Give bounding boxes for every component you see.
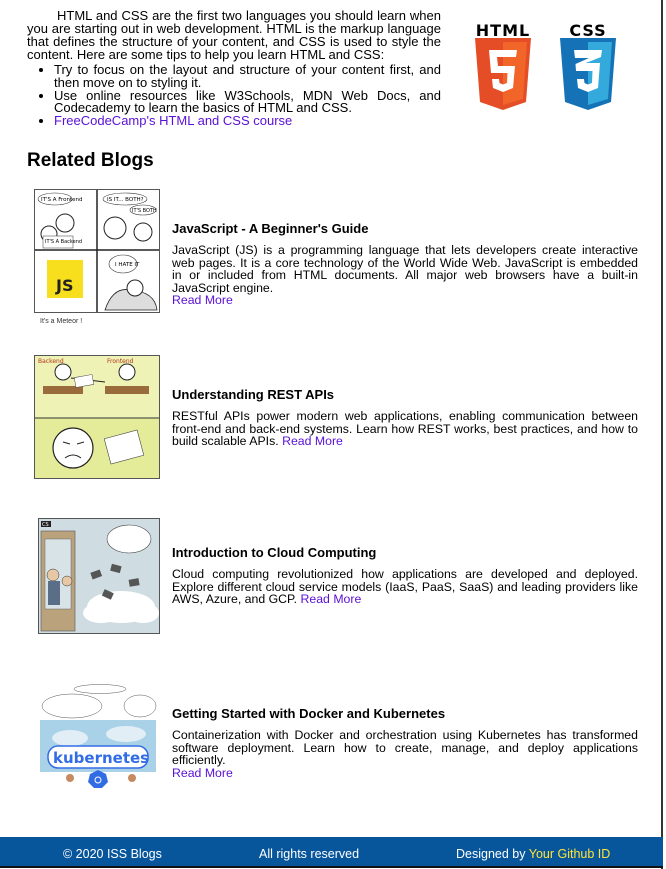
- blog-excerpt: JavaScript (JS) is a programming languag…: [172, 244, 638, 307]
- comic-bubble-both-question: IS IT... BOTH?: [107, 197, 144, 203]
- read-more-link[interactable]: Read More: [282, 434, 343, 448]
- intro-section: HTML and CSS are the first two languages…: [27, 9, 441, 128]
- blog-title: JavaScript - A Beginner's Guide: [172, 221, 369, 236]
- blog-excerpt: Containerization with Docker and orchest…: [172, 729, 638, 779]
- html-css-logos: HTML CSS: [468, 19, 623, 116]
- css3-shield-icon: [560, 38, 616, 110]
- freecodecamp-link[interactable]: FreeCodeCamp's HTML and CSS course: [54, 113, 292, 128]
- blog-card: Backend Frontend Understanding REST APIs…: [34, 355, 638, 479]
- tip-item: Try to focus on the layout and structure…: [54, 63, 441, 89]
- read-more-link[interactable]: Read More: [172, 293, 233, 307]
- tip-item: Use online resources like W3Schools, MDN…: [54, 89, 441, 115]
- blog-thumbnail-kubernetes-comic: kubernetes: [40, 684, 158, 788]
- blog-text: RESTful APIs power modern web applicatio…: [172, 409, 638, 448]
- blog-text: Containerization with Docker and orchest…: [172, 728, 638, 767]
- footer-rights: All rights reserved: [259, 847, 360, 861]
- blog-excerpt: RESTful APIs power modern web applicatio…: [172, 410, 638, 448]
- blog-thumbnail-cloud-comic: CS: [38, 518, 160, 634]
- github-link[interactable]: Your Github ID: [529, 847, 611, 861]
- blog-title: Introduction to Cloud Computing: [172, 545, 377, 560]
- footer-designed-by: Designed by Your Github ID: [456, 847, 610, 861]
- blog-content: Introduction to Cloud Computing Cloud co…: [172, 545, 638, 606]
- blog-title: Getting Started with Docker and Kubernet…: [172, 706, 446, 721]
- read-more-link[interactable]: Read More: [301, 592, 362, 606]
- comic-badge: CS: [42, 522, 49, 528]
- comic-bubble-backend: IT'S A Backend: [45, 239, 82, 245]
- kubernetes-comic-image: kubernetes: [40, 684, 157, 788]
- js-comic-image: IT'S A Frontend IT'S A Backend IS IT... …: [35, 190, 159, 312]
- blog-title: Understanding REST APIs: [172, 387, 335, 402]
- blog-thumbnail-rest-comic: Backend Frontend: [34, 355, 160, 479]
- rest-comic-image: Backend Frontend: [35, 356, 159, 478]
- blog-card: IT'S A Frontend IT'S A Backend IS IT... …: [34, 189, 638, 329]
- blog-text: Cloud computing revolutionized how appli…: [172, 567, 638, 606]
- html5-logo: HTML: [468, 19, 538, 113]
- cloud-comic-image: CS: [39, 519, 159, 633]
- footer: © 2020 ISS Blogs All rights reserved Des…: [0, 837, 663, 868]
- js-logo-text: JS: [55, 276, 73, 295]
- css3-logo: CSS: [553, 19, 623, 113]
- kubernetes-label: kubernetes: [53, 749, 149, 767]
- blog-content: JavaScript - A Beginner's Guide JavaScri…: [172, 221, 638, 307]
- blog-thumbnail-js-comic: IT'S A Frontend IT'S A Backend IS IT... …: [34, 189, 160, 313]
- page: HTML and CSS are the first two languages…: [0, 0, 663, 869]
- tips-list: Try to focus on the layout and structure…: [27, 63, 441, 128]
- intro-paragraph: HTML and CSS are the first two languages…: [27, 8, 441, 62]
- read-more-link[interactable]: Read More: [172, 766, 233, 780]
- tip-item-link: FreeCodeCamp's HTML and CSS course: [54, 113, 441, 128]
- blog-excerpt: Cloud computing revolutionized how appli…: [172, 568, 638, 606]
- footer-designed-prefix: Designed by: [456, 847, 526, 861]
- section-title: Related Blogs: [27, 150, 154, 171]
- comic-bubble-hate: I HATE IT: [115, 262, 140, 268]
- blog-card: CS Introduction to Cloud Computing Cloud…: [34, 518, 638, 634]
- comic-bubble-both: IT'S BOTH: [132, 208, 157, 214]
- comic-label-backend: Backend: [38, 358, 64, 365]
- blog-card: kubernetes Getting Started with Docker a…: [34, 684, 638, 788]
- comic-bubble-frontend: IT'S A Frontend: [41, 197, 83, 203]
- html5-shield-icon: [475, 38, 531, 110]
- blog-text: JavaScript (JS) is a programming languag…: [172, 243, 638, 295]
- footer-copyright: © 2020 ISS Blogs: [63, 847, 162, 861]
- comic-caption: It's a Meteor !: [40, 318, 83, 325]
- blog-content: Getting Started with Docker and Kubernet…: [172, 706, 638, 779]
- blog-content: Understanding REST APIs RESTful APIs pow…: [172, 387, 638, 448]
